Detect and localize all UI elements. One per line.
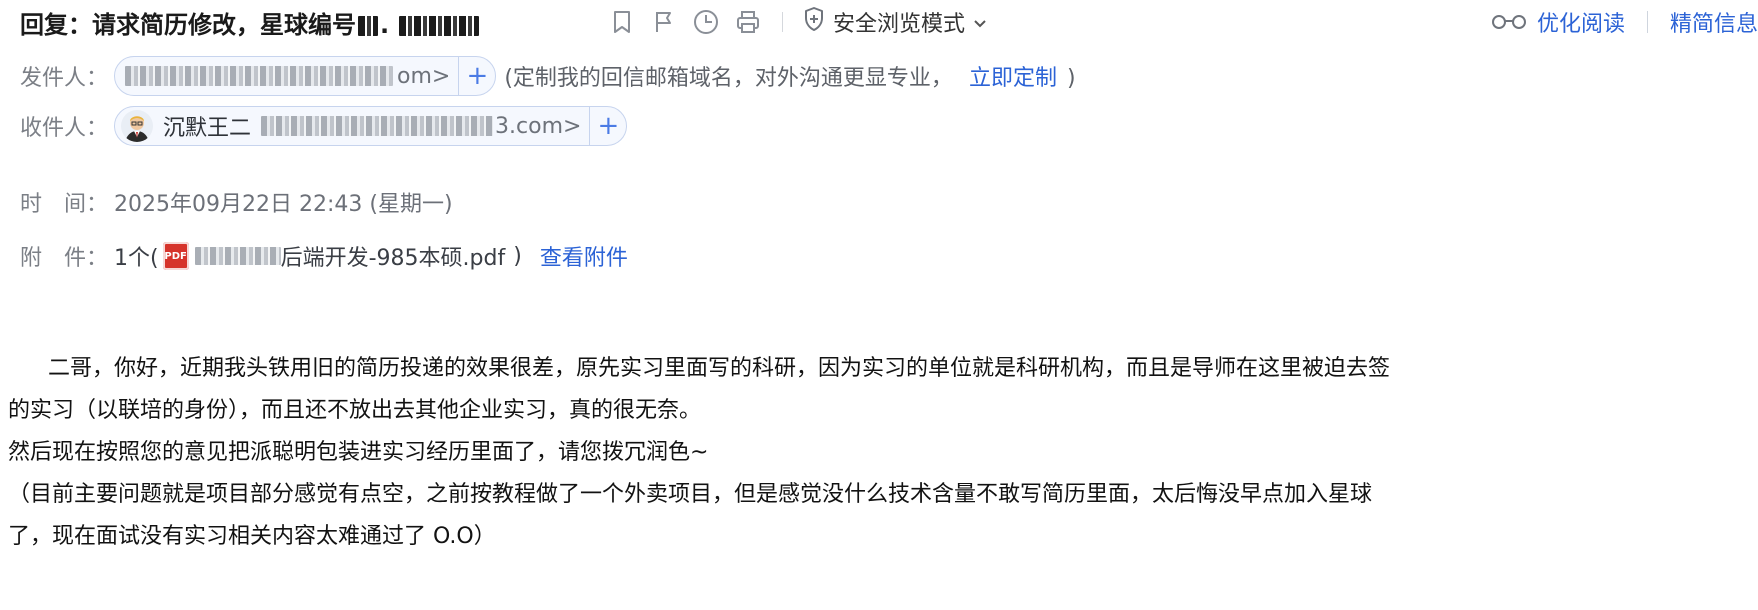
- brief-info-button[interactable]: 精简信息: [1670, 6, 1758, 38]
- redacted-star-number: [399, 16, 480, 36]
- flag-icon[interactable]: [650, 8, 678, 36]
- custom-domain-link[interactable]: 立即定制: [969, 66, 1057, 91]
- pdf-file-icon: PDF: [162, 242, 189, 270]
- mail-body: 二哥，你好，近期我头铁用旧的简历投递的效果很差，原先实习里面写的科研，因为实习的…: [8, 348, 1758, 558]
- sender-row: 发件人： om> + (定制我的回信邮箱域名，对外沟通更显专业， 立即定制): [20, 56, 1076, 96]
- shield-icon: [803, 6, 825, 38]
- attachment-row: 附 件： 1个( PDF 后端开发-985本硕.pdf ) 查看附件: [20, 238, 628, 274]
- attachment-count: 1个(: [114, 246, 159, 271]
- recipient-chip[interactable]: 沉默王二 3.com> +: [114, 106, 628, 146]
- view-attachment-link[interactable]: 查看附件: [540, 240, 628, 272]
- safe-mode-label: 安全浏览模式: [833, 12, 966, 37]
- sender-hint-close: ): [1066, 66, 1076, 91]
- link-divider: [1646, 11, 1648, 33]
- clock-icon[interactable]: [692, 8, 720, 36]
- time-label: 时 间：: [20, 192, 109, 217]
- recipient-row: 收件人： 沉默王二 3.com> +: [20, 106, 628, 146]
- print-icon[interactable]: [734, 8, 762, 36]
- body-line: 的实习（以联培的身份），而且还不放出去其他企业实习，真的很无奈。: [8, 398, 702, 423]
- redacted-recipient-address: [261, 116, 494, 136]
- safe-mode-dropdown[interactable]: 安全浏览模式: [803, 6, 987, 38]
- chevron-down-icon: [973, 10, 987, 35]
- sender-hint-text: (定制我的回信邮箱域名，对外沟通更显专业，: [504, 66, 953, 91]
- attachment-close: ): [513, 243, 522, 269]
- add-recipient-contact-button[interactable]: +: [589, 107, 626, 145]
- mail-subject: 回复：请求简历修改，星球编号.: [20, 5, 480, 40]
- redacted-attachment-name: [194, 247, 281, 265]
- sender-label: 发件人：: [20, 66, 109, 91]
- recipient-name: 沉默王二: [163, 116, 252, 141]
- brief-info-label: 精简信息: [1669, 12, 1758, 37]
- bookmark-icon[interactable]: [608, 8, 636, 36]
- mail-header-bar: 回复：请求简历修改，星球编号. 安全浏览模式 优化阅读 精简信息: [0, 0, 1758, 44]
- time-row: 时 间： 2025年09月22日 22:43 (星期一): [20, 184, 453, 220]
- header-right-links: 优化阅读 精简信息: [1491, 6, 1758, 38]
- optimize-read-button[interactable]: 优化阅读: [1491, 6, 1625, 38]
- recipient-label: 收件人：: [20, 116, 109, 141]
- body-line: 了，现在面试没有实习相关内容太难通过了 O.O）: [8, 524, 496, 549]
- body-line: 然后现在按照您的意见把派聪明包装进实习经历里面了，请您拨冗润色~: [8, 440, 709, 465]
- add-sender-contact-button[interactable]: +: [458, 57, 495, 95]
- sender-address-suffix: om>: [397, 63, 451, 89]
- avatar: [121, 110, 154, 142]
- redacted-star-id: [358, 16, 378, 36]
- glasses-icon: [1491, 10, 1527, 35]
- mail-toolbar: 安全浏览模式: [608, 6, 987, 38]
- optimize-read-label: 优化阅读: [1536, 12, 1625, 37]
- body-line: （目前主要问题就是项目部分感觉有点空，之前按教程做了一个外卖项目，但是感觉没什么…: [8, 482, 1373, 507]
- subject-text: 回复：请求简历修改，星球编号: [20, 11, 356, 39]
- attachment-label: 附 件：: [20, 246, 109, 271]
- toolbar-divider: [782, 12, 783, 32]
- sender-domain-hint: (定制我的回信邮箱域名，对外沟通更显专业， 立即定制): [504, 60, 1075, 92]
- redacted-sender-address: [125, 66, 394, 86]
- attachment-filename[interactable]: 后端开发-985本硕.pdf: [281, 240, 506, 272]
- body-line: 二哥，你好，近期我头铁用旧的简历投递的效果很差，原先实习里面写的科研，因为实习的…: [26, 356, 1391, 381]
- subject-suffix: .: [380, 11, 390, 39]
- time-value: 2025年09月22日 22:43 (星期一): [114, 192, 453, 217]
- recipient-address-suffix: 3.com>: [495, 113, 582, 139]
- sender-chip[interactable]: om> +: [114, 56, 497, 96]
